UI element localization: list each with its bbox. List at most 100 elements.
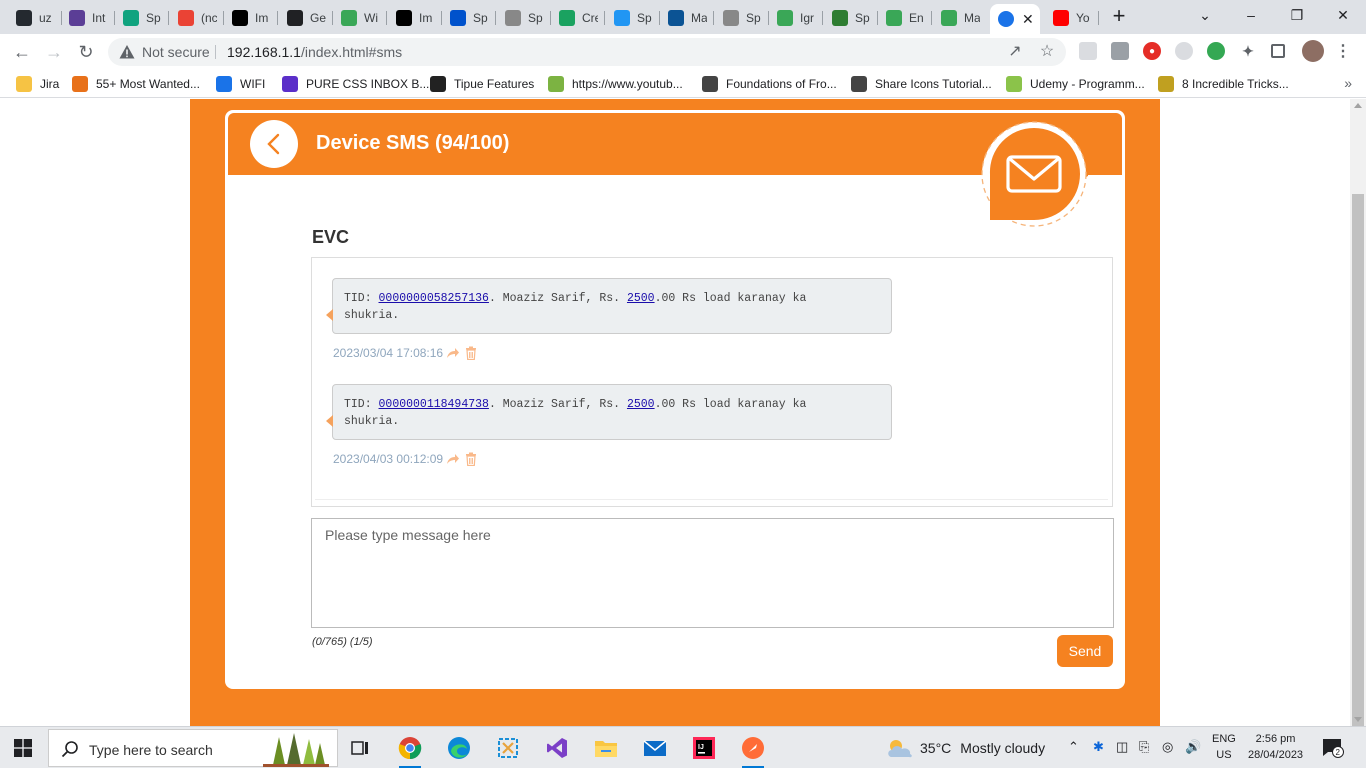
intellij-icon[interactable]: IJ — [691, 735, 717, 761]
amount-link[interactable]: 2500 — [627, 398, 655, 411]
windows-start-icon[interactable] — [14, 739, 32, 757]
globe-ext-icon[interactable] — [1207, 42, 1225, 60]
bookmark-item[interactable]: Jira — [16, 76, 59, 92]
tab-ge[interactable]: Ge — [279, 4, 333, 31]
bookmark-item[interactable]: Tipue Features — [430, 76, 534, 92]
task-view-icon[interactable] — [347, 735, 373, 761]
bookmark-item[interactable]: 8 Incredible Tricks... — [1158, 76, 1289, 92]
bookmark-item[interactable]: PURE CSS INBOX B... — [282, 76, 429, 92]
tab-int[interactable]: Int — [61, 4, 115, 31]
tab-ma[interactable]: Ma — [660, 4, 714, 31]
extension-icon[interactable] — [1175, 42, 1193, 60]
tab-sp[interactable]: Sp — [606, 4, 660, 31]
send-button[interactable]: Send — [1057, 635, 1113, 667]
bookmark-item[interactable]: Udemy - Programm... — [1006, 76, 1145, 92]
bookmark-label: Udemy - Programm... — [1030, 77, 1145, 91]
file-explorer-icon[interactable] — [593, 735, 619, 761]
bookmark-item[interactable]: WIFI — [216, 76, 265, 92]
tab-label: En — [909, 10, 924, 25]
adblock-icon[interactable]: ● — [1143, 42, 1161, 60]
usb-icon[interactable]: ⎘ — [1139, 739, 1149, 755]
scroll-down-icon[interactable] — [1354, 717, 1362, 722]
chevron-up-icon[interactable]: ⌃ — [1068, 739, 1079, 755]
tab-im[interactable]: Im — [388, 4, 442, 31]
sidepanel-icon[interactable] — [1271, 44, 1285, 58]
back-icon[interactable]: ← — [10, 40, 34, 64]
bookmarks-overflow-icon[interactable]: » — [1344, 75, 1352, 91]
network-icon[interactable]: ◎ — [1162, 739, 1173, 755]
language-indicator[interactable]: ENG US — [1212, 731, 1236, 763]
tab-label: uz — [39, 10, 52, 25]
volume-icon[interactable]: 🔊 — [1185, 739, 1201, 755]
bookmark-item[interactable]: Foundations of Fro... — [702, 76, 837, 92]
new-tab-button[interactable]: + — [1107, 5, 1131, 29]
puzzle-icon[interactable]: ✦ — [1239, 42, 1257, 60]
forward-icon[interactable]: → — [42, 40, 66, 64]
camera-icon[interactable] — [1111, 42, 1129, 60]
tab-sp[interactable]: Sp — [442, 4, 496, 31]
reload-icon[interactable]: ↻ — [74, 40, 98, 64]
tid-link[interactable]: 0000000058257136 — [379, 292, 489, 305]
taskbar-search[interactable]: Type here to search — [48, 729, 338, 767]
edge-icon[interactable] — [446, 735, 472, 761]
tab-cre[interactable]: Cre — [551, 4, 605, 31]
message-input[interactable] — [311, 518, 1114, 628]
tab-label: Sp — [528, 10, 543, 25]
svg-text:IJ: IJ — [698, 744, 704, 751]
warning-icon[interactable] — [119, 44, 135, 60]
tab-igr[interactable]: Igr — [769, 4, 823, 31]
notification-icon[interactable]: 2 — [1322, 738, 1344, 758]
forward-icon[interactable] — [445, 452, 461, 466]
minimize-button[interactable]: – — [1236, 4, 1266, 26]
tab-en[interactable]: En — [878, 4, 932, 31]
visual-studio-icon[interactable] — [544, 735, 570, 761]
trash-icon[interactable] — [463, 346, 479, 360]
extension-grid-icon[interactable] — [1079, 42, 1097, 60]
tab-active[interactable]: ✕ — [990, 4, 1040, 34]
menu-icon[interactable]: ⋮ — [1334, 42, 1352, 60]
tab-uz[interactable]: uz — [8, 4, 62, 31]
device-icon[interactable]: ◫ — [1116, 739, 1128, 755]
bookmark-item[interactable]: https://www.youtub... — [548, 76, 683, 92]
tab-sp[interactable]: Sp — [824, 4, 878, 31]
trash-icon[interactable] — [463, 452, 479, 466]
url-text[interactable]: 192.168.1.1/index.html#sms — [227, 44, 402, 60]
tab-sp[interactable]: Sp — [115, 4, 169, 31]
search-icon — [61, 741, 78, 758]
snipping-tool-icon[interactable] — [495, 735, 521, 761]
address-bar[interactable]: Not secure 192.168.1.1/index.html#sms ↗ … — [108, 38, 1066, 66]
youtube-icon — [1053, 9, 1069, 26]
forward-icon[interactable] — [445, 346, 461, 360]
tab-label: Igr — [800, 10, 815, 25]
tab-search-button[interactable]: ⌄ — [1190, 4, 1220, 26]
postman-icon[interactable] — [740, 735, 766, 768]
avatar[interactable] — [1302, 40, 1324, 62]
bluetooth-icon[interactable]: ✱ — [1093, 739, 1104, 755]
page-scrollbar[interactable] — [1350, 99, 1366, 744]
weather-widget[interactable]: 35°C Mostly cloudy — [886, 737, 1045, 759]
amount-link[interactable]: 2500 — [627, 292, 655, 305]
chrome-icon[interactable] — [397, 735, 423, 768]
tab-yo[interactable]: Yo — [1045, 4, 1099, 31]
restore-button[interactable]: ❐ — [1282, 4, 1312, 26]
bookmarks-bar: » Jira 55+ Most Wanted... WIFI PURE CSS INB… — [0, 70, 1366, 98]
back-button[interactable] — [250, 120, 298, 168]
bookmark-item[interactable]: 55+ Most Wanted... — [72, 76, 200, 92]
tab-sp[interactable]: Sp — [497, 4, 551, 31]
scroll-up-icon[interactable] — [1354, 103, 1362, 108]
mail-app-icon[interactable] — [642, 735, 668, 761]
tab-sp[interactable]: Sp — [715, 4, 769, 31]
close-window-button[interactable]: ✕ — [1328, 4, 1358, 26]
tid-link[interactable]: 0000000118494738 — [379, 398, 489, 411]
star-icon[interactable]: ☆ — [1038, 43, 1056, 61]
clock[interactable]: 2:56 pm 28/04/2023 — [1248, 731, 1303, 763]
chevron-left-icon — [267, 133, 280, 155]
share-icon[interactable]: ↗ — [1006, 43, 1024, 61]
tab-im[interactable]: Im — [224, 4, 278, 31]
scrollbar-thumb[interactable] — [1352, 194, 1364, 744]
tab-ma[interactable]: Ma — [933, 4, 987, 31]
bookmark-item[interactable]: Share Icons Tutorial... — [851, 76, 992, 92]
close-tab-icon[interactable]: ✕ — [1022, 11, 1034, 28]
tab-wi[interactable]: Wi — [333, 4, 387, 31]
tab-nc[interactable]: (nc — [170, 4, 224, 31]
